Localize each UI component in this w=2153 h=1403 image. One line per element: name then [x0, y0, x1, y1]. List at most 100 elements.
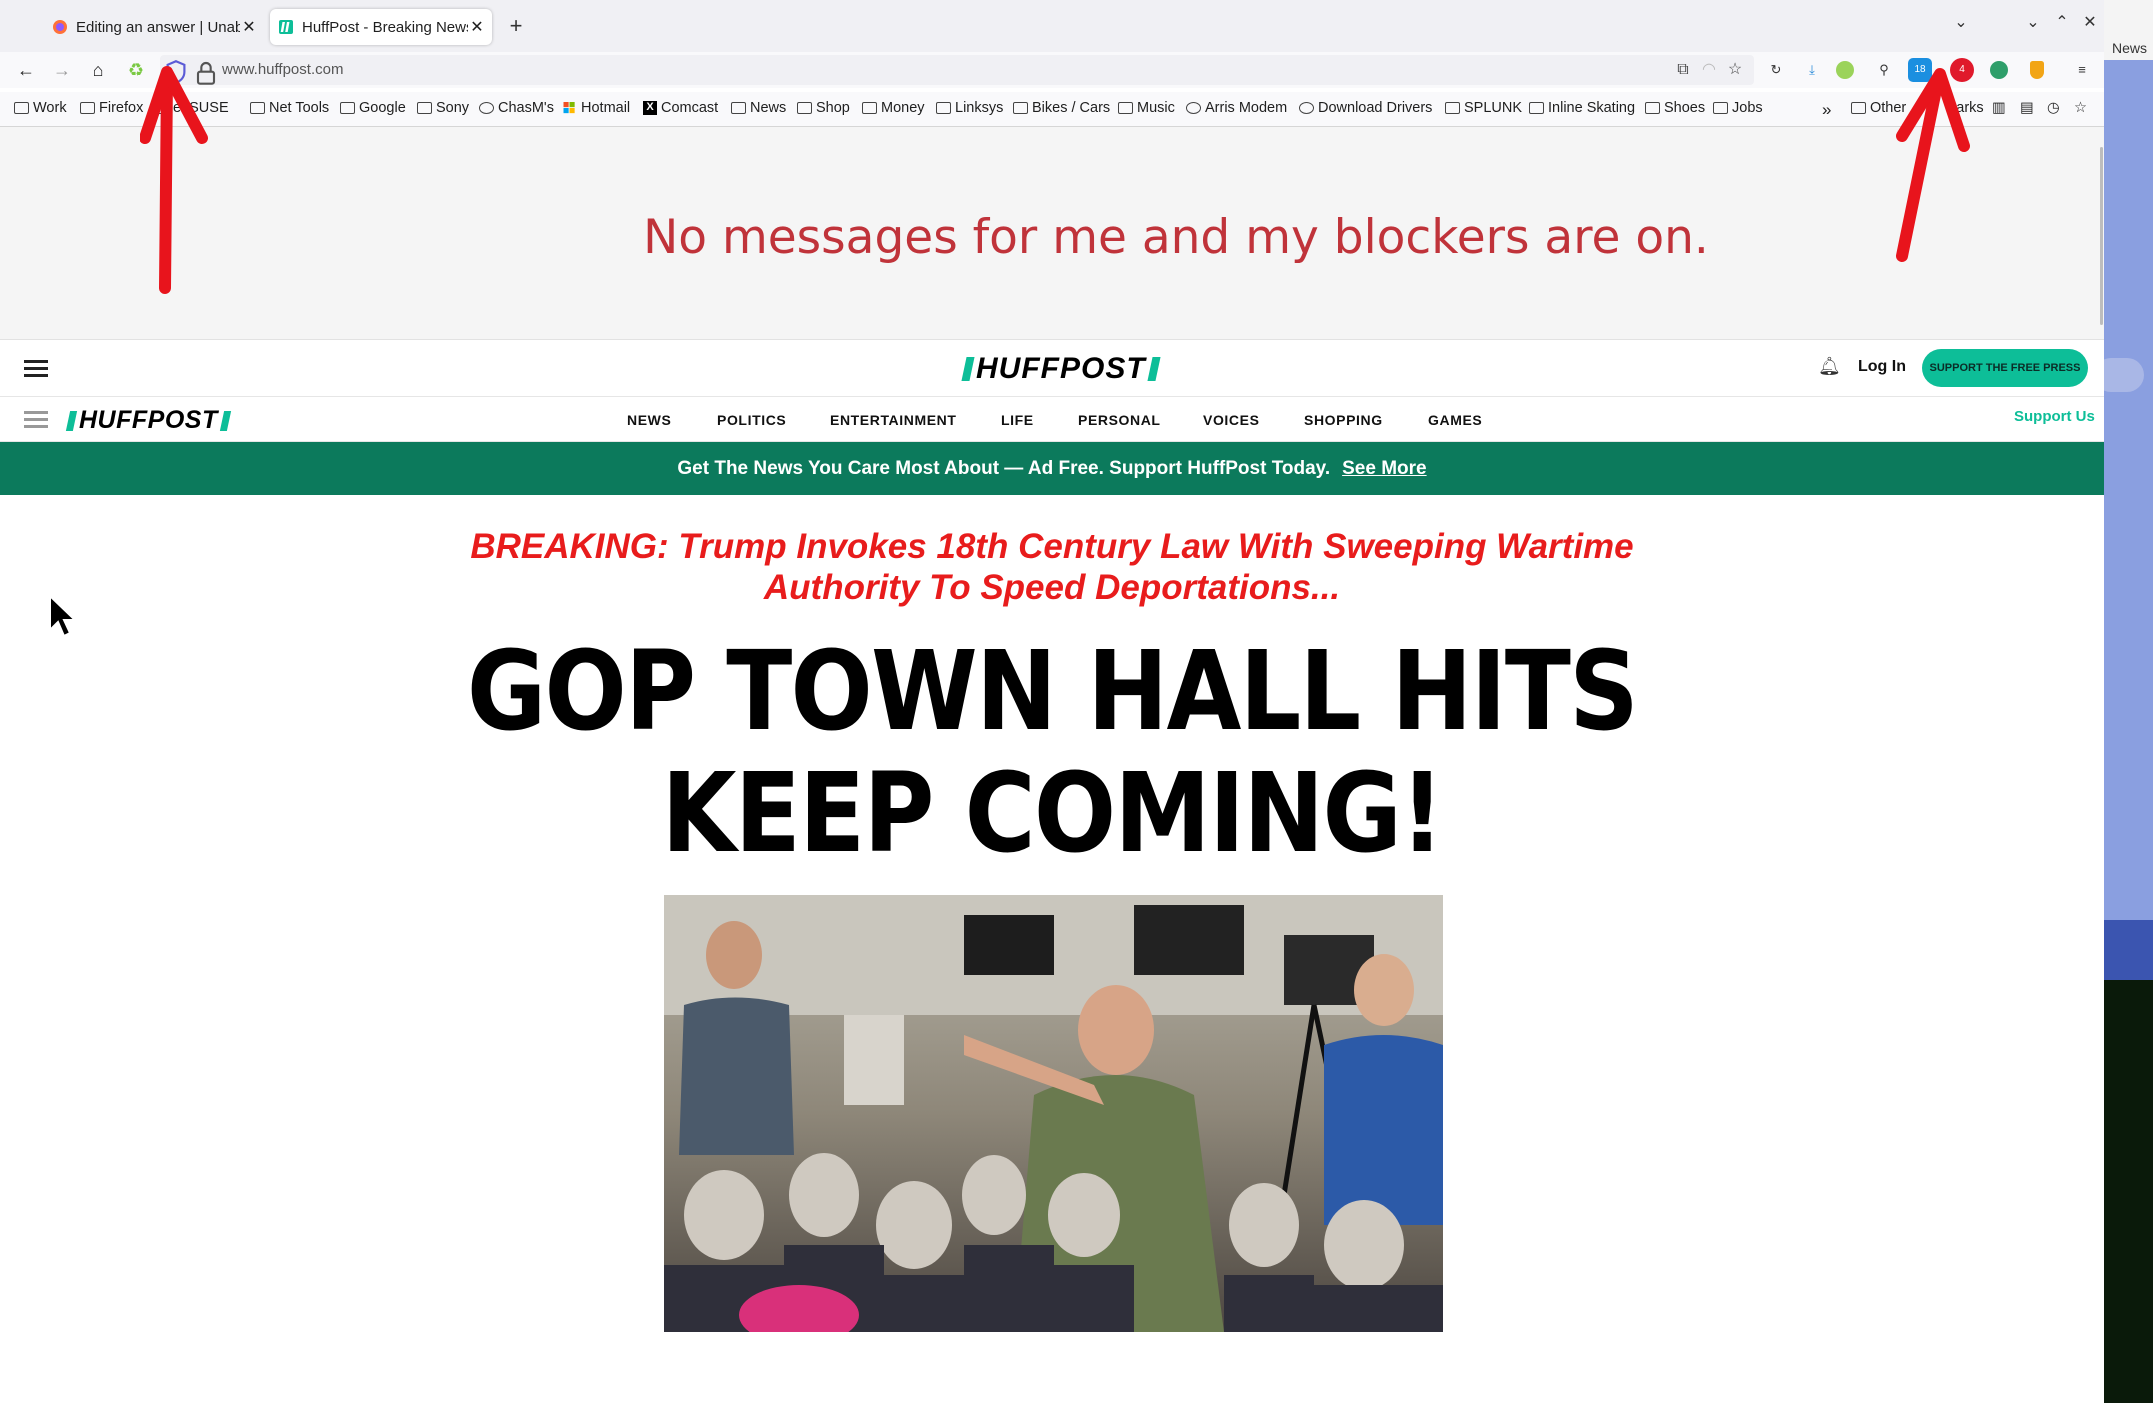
folder-icon	[862, 102, 877, 114]
headline-photo[interactable]	[664, 895, 1443, 1332]
bookmark-shoes[interactable]: Shoes	[1645, 100, 1705, 116]
folder-icon	[1118, 102, 1133, 114]
folder-icon	[80, 102, 95, 114]
nav-shopping[interactable]: SHOPPING	[1304, 412, 1383, 428]
folder-icon	[797, 102, 812, 114]
extension-shield-icon[interactable]	[2030, 61, 2044, 79]
huffpost-icon	[279, 20, 293, 34]
nav-personal[interactable]: PERSONAL	[1078, 412, 1161, 428]
folder-icon	[250, 102, 265, 114]
bookmark-arris-modem[interactable]: Arris Modem	[1186, 100, 1287, 116]
section-nav: HUFFPOST NEWS POLITICS ENTERTAINMENT LIF…	[0, 397, 2104, 442]
notification-bell-icon[interactable]: 🔔︎	[1818, 356, 1841, 377]
mouse-cursor-icon	[49, 594, 78, 638]
bookmark-linksys[interactable]: Linksys	[936, 100, 1003, 116]
extension-globe-icon[interactable]	[1990, 61, 2008, 79]
folder-icon	[1851, 102, 1866, 114]
nav-voices[interactable]: VOICES	[1203, 412, 1260, 428]
bookmark-money[interactable]: Money	[862, 100, 925, 116]
bookmark-hotmail[interactable]: Hotmail	[562, 100, 630, 116]
desktop-window-label: News	[2112, 40, 2148, 56]
tab-strip: Editing an answer | Unabl ✕ HuffPost - B…	[0, 0, 2104, 52]
folder-icon	[731, 102, 746, 114]
folder-icon	[936, 102, 951, 114]
red-arrow-left-icon	[140, 66, 208, 294]
reader-view-icon[interactable]: ◠	[1697, 58, 1721, 82]
x-icon: X	[643, 101, 657, 115]
browser-window: Editing an answer | Unabl ✕ HuffPost - B…	[0, 0, 2104, 1403]
login-link[interactable]: Log In	[1858, 358, 1906, 376]
minimize-icon[interactable]: ⌄	[2021, 12, 2045, 32]
promo-text: Get The News You Care Most About — Ad Fr…	[677, 458, 1331, 479]
maximize-icon[interactable]: ⌃	[2050, 12, 2074, 32]
close-tab-icon[interactable]: ✕	[240, 17, 258, 37]
support-us-link[interactable]: Support Us	[2014, 408, 2095, 425]
nav-news[interactable]: NEWS	[627, 412, 671, 428]
huffpost-header: HUFFPOST 🔔︎ Log In SUPPORT THE FREE PRES…	[0, 340, 2104, 397]
url-text: www.huffpost.com	[222, 61, 344, 78]
bookmark-manager-icon[interactable]: ☆	[2074, 100, 2087, 116]
nav-entertainment[interactable]: ENTERTAINMENT	[830, 412, 957, 428]
folder-icon	[417, 102, 432, 114]
tab-editing-answer[interactable]: Editing an answer | Unabl ✕	[44, 9, 264, 45]
bookmark-net-tools[interactable]: Net Tools	[250, 100, 329, 116]
bookmark-music[interactable]: Music	[1118, 100, 1175, 116]
history-icon[interactable]: ◷	[2047, 100, 2060, 116]
bookmark-shop[interactable]: Shop	[797, 100, 850, 116]
bookmark-sony[interactable]: Sony	[417, 100, 469, 116]
support-free-press-button[interactable]: SUPPORT THE FREE PRESS	[1922, 349, 2088, 387]
folder-icon	[1013, 102, 1028, 114]
bookmark-chasms[interactable]: ChasM's	[479, 100, 554, 116]
nav-games[interactable]: GAMES	[1428, 412, 1482, 428]
bookmark-download-drivers[interactable]: Download Drivers	[1299, 100, 1432, 116]
reload-icon[interactable]: ↻	[1764, 58, 1788, 82]
town-hall-crowd-image	[664, 895, 1443, 1332]
desktop-window-edge: News	[2104, 0, 2153, 60]
bookmark-firefox[interactable]: Firefox	[80, 100, 143, 116]
huffpost-logo[interactable]: HUFFPOST	[960, 352, 1162, 386]
back-icon[interactable]: ←	[12, 56, 40, 84]
bookmark-work[interactable]: Work	[14, 100, 67, 116]
close-tab-icon[interactable]: ✕	[468, 17, 486, 37]
close-window-icon[interactable]: ✕	[2078, 12, 2102, 32]
bookmark-comcast[interactable]: X Comcast	[643, 100, 718, 116]
bookmark-news[interactable]: News	[731, 100, 786, 116]
bookmark-inline-skating[interactable]: Inline Skating	[1529, 100, 1635, 116]
globe-icon	[1299, 102, 1314, 114]
annotation-message: No messages for me and my blockers are o…	[643, 210, 1709, 265]
folder-icon	[14, 102, 29, 114]
forward-icon[interactable]: →	[48, 56, 76, 84]
screenshot-icon[interactable]: ⧉	[1671, 58, 1695, 82]
bookmark-jobs[interactable]: Jobs	[1713, 100, 1763, 116]
sidebar-icon[interactable]: ▥	[1992, 100, 2006, 116]
downloads-icon[interactable]: ⤓	[1800, 58, 1824, 82]
bookmark-google[interactable]: Google	[340, 100, 406, 116]
breaking-news-link[interactable]: BREAKING: Trump Invokes 18th Century Law…	[0, 526, 2104, 608]
folder-icon	[1713, 102, 1728, 114]
firefox-icon	[53, 20, 67, 34]
extension-leaf-icon[interactable]	[1836, 61, 1854, 79]
folder-icon	[1445, 102, 1460, 114]
main-headline[interactable]: GOP TOWN HALL HITS KEEP COMING!	[126, 630, 1978, 874]
folder-icon	[1529, 102, 1544, 114]
address-bar[interactable]: www.huffpost.com ⧉ ◠ ☆	[160, 55, 1754, 85]
menu-icon[interactable]	[24, 360, 48, 381]
bookmark-bikes-cars[interactable]: Bikes / Cars	[1013, 100, 1110, 116]
chevron-double-right-icon[interactable]: »	[1822, 100, 1831, 120]
folder-icon	[1645, 102, 1660, 114]
tab-list-icon[interactable]: ⌄	[1949, 12, 1973, 32]
nav-life[interactable]: LIFE	[1001, 412, 1034, 428]
see-more-link[interactable]: See More	[1342, 458, 1426, 479]
huffpost-logo-small[interactable]: HUFFPOST	[64, 406, 233, 435]
new-tab-button[interactable]: +	[502, 12, 530, 40]
synced-tabs-icon[interactable]: ▤	[2020, 100, 2034, 116]
scrollbar-thumb[interactable]	[2100, 147, 2103, 325]
bookmarks-toolbar: Work Firefox enSUSE Net Tools Google Son…	[0, 92, 2104, 127]
bookmark-splunk[interactable]: SPLUNK	[1445, 100, 1522, 116]
hamburger-menu-icon[interactable]: ≡	[2070, 58, 2094, 82]
menu-icon[interactable]	[24, 411, 48, 432]
tab-huffpost[interactable]: HuffPost - Breaking News, ✕	[270, 9, 492, 45]
nav-politics[interactable]: POLITICS	[717, 412, 786, 428]
home-icon[interactable]: ⌂	[84, 56, 112, 84]
bookmark-star-icon[interactable]: ☆	[1723, 58, 1747, 82]
